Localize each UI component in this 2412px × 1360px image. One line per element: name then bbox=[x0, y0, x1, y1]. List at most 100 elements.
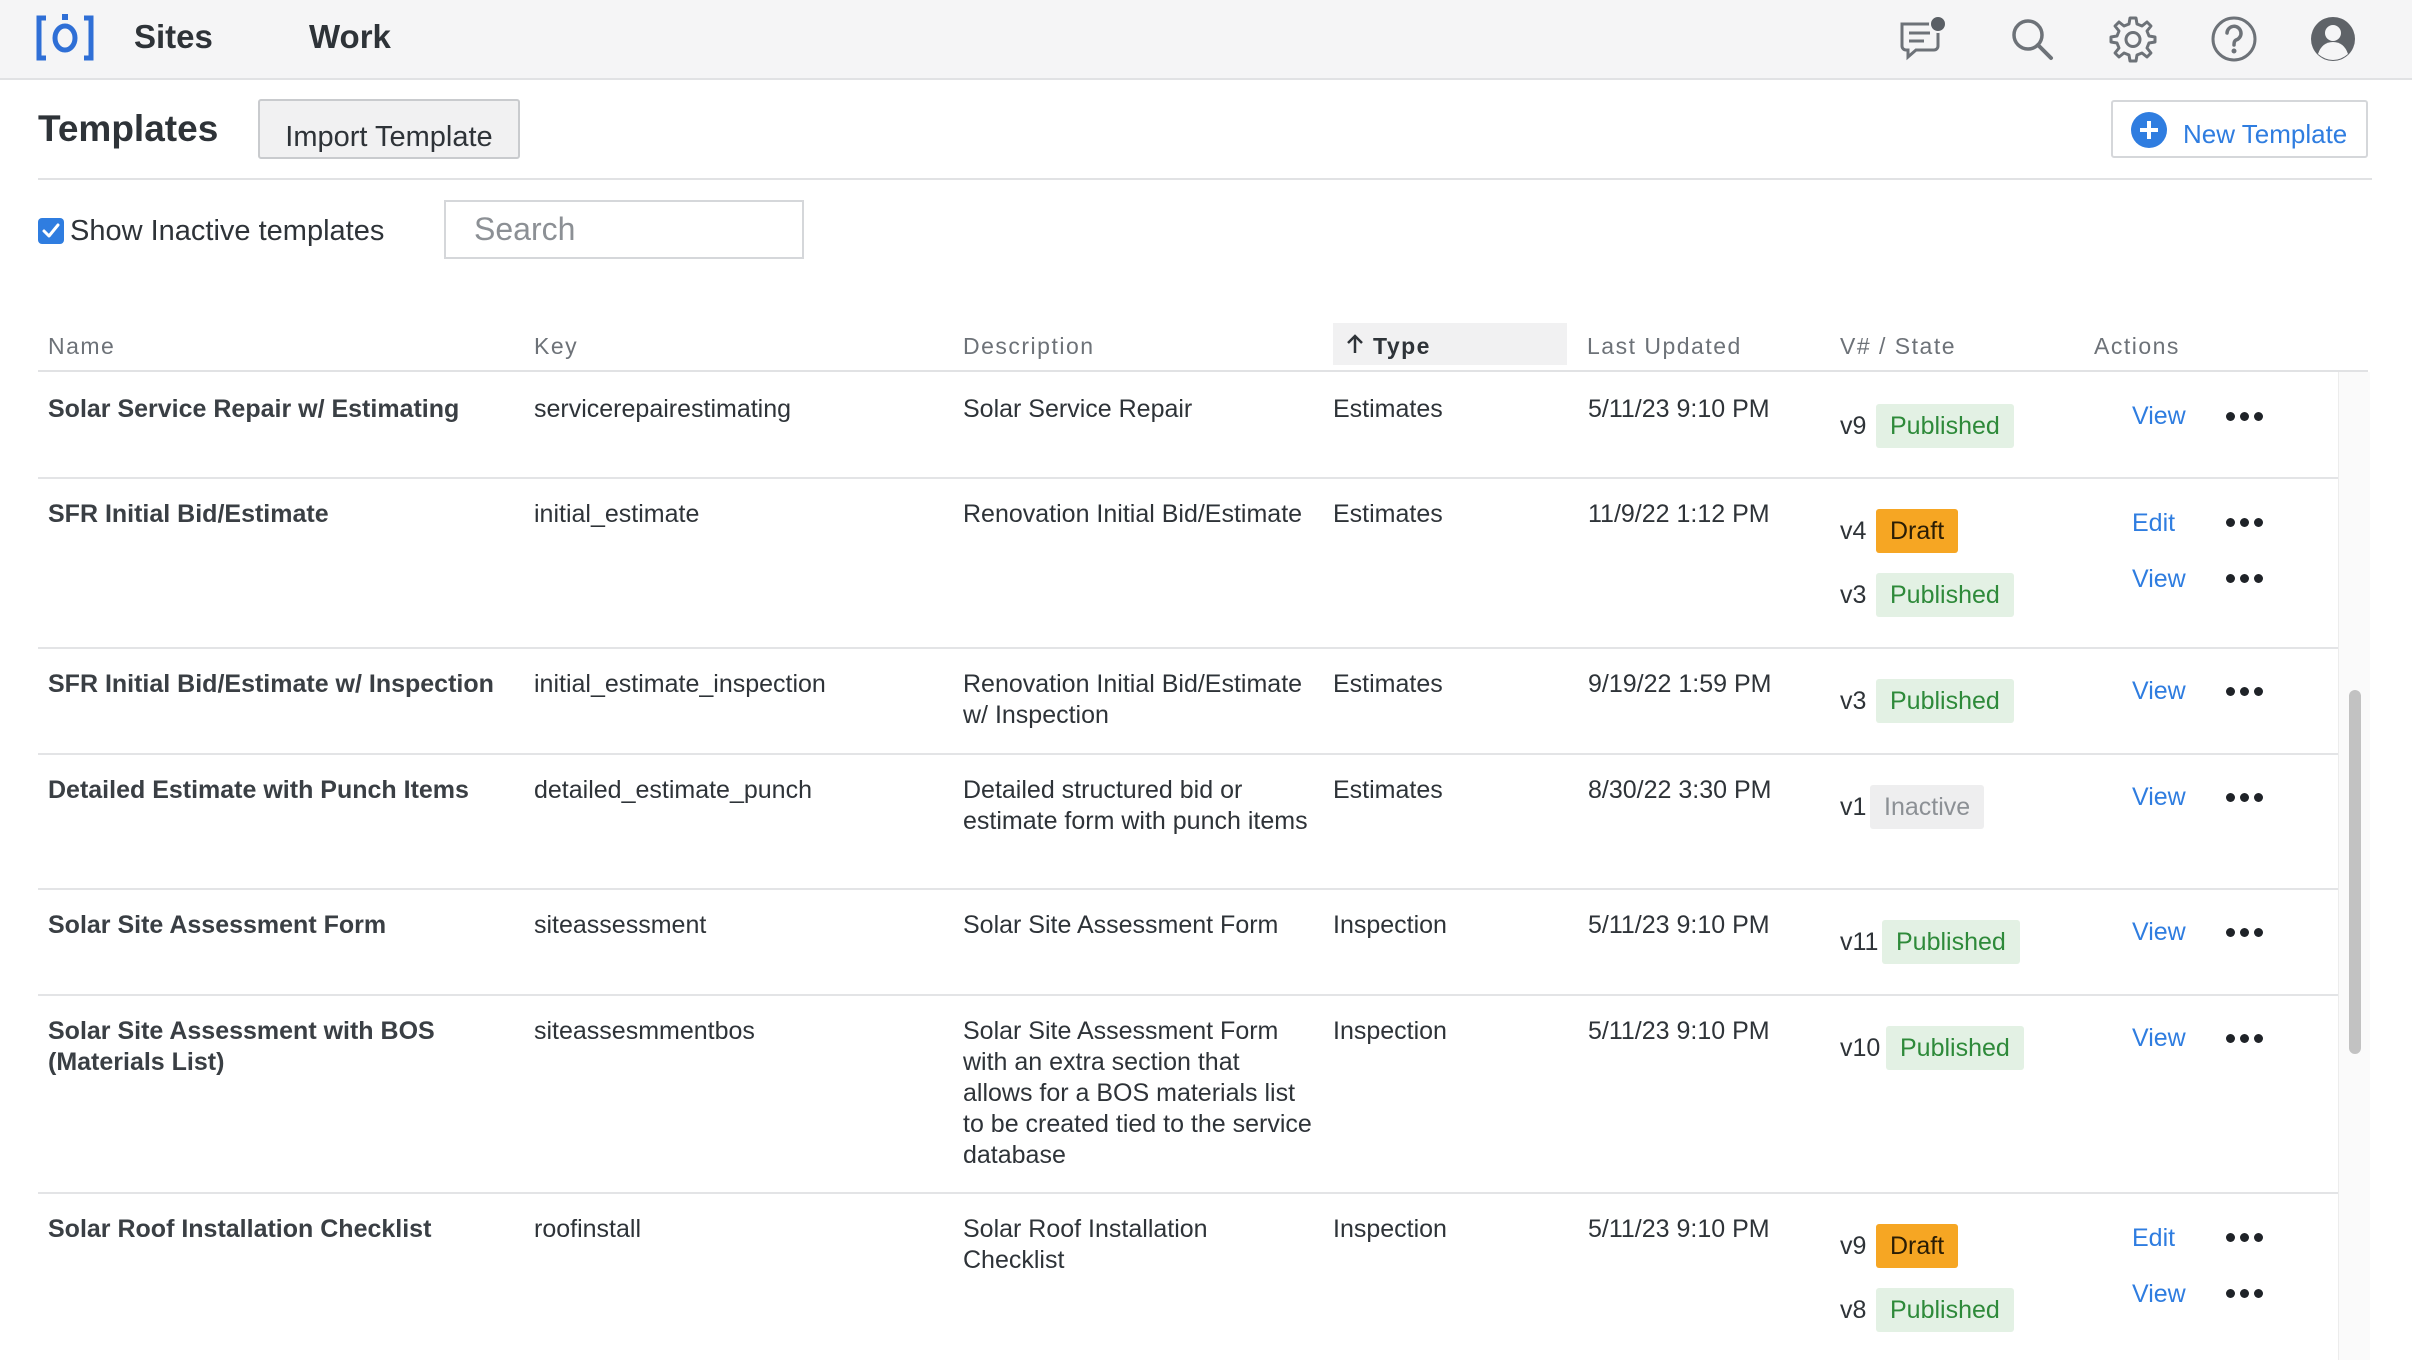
view-link[interactable]: View bbox=[2132, 1280, 2186, 1309]
state-badge-draft: Draft bbox=[1876, 509, 1959, 553]
column-header-type-label: Type bbox=[1373, 333, 1431, 359]
template-key: siteassessment bbox=[534, 911, 707, 939]
table-row: Solar Site Assessment with BOS (Material… bbox=[38, 996, 2338, 1194]
template-name: SFR Initial Bid/Estimate w/ Inspection bbox=[48, 670, 494, 698]
more-actions-icon[interactable] bbox=[2224, 513, 2268, 533]
template-type: Estimates bbox=[1333, 500, 1443, 528]
state-badge-published: Published bbox=[1886, 1026, 2024, 1070]
user-avatar-icon[interactable] bbox=[2308, 14, 2358, 64]
template-last-updated: 5/11/23 9:10 PM bbox=[1588, 395, 1770, 423]
help-icon[interactable] bbox=[2209, 14, 2259, 64]
gear-icon[interactable] bbox=[2108, 14, 2158, 64]
header-divider bbox=[38, 178, 2372, 180]
chat-notification-icon[interactable] bbox=[1896, 14, 1947, 64]
state-badge-published: Published bbox=[1876, 1288, 2014, 1332]
template-type: Estimates bbox=[1333, 670, 1443, 698]
new-template-label: New Template bbox=[2183, 119, 2348, 149]
table-row: Solar Site Assessment Form siteassessmen… bbox=[38, 890, 2338, 996]
more-actions-icon[interactable] bbox=[2224, 1029, 2268, 1049]
template-last-updated: 5/11/23 9:10 PM bbox=[1588, 911, 1770, 939]
new-template-button[interactable]: New Template bbox=[2111, 100, 2368, 158]
top-nav-bar: Sites Work bbox=[0, 0, 2412, 80]
table-row: Detailed Estimate with Punch Items detai… bbox=[38, 755, 2338, 890]
app-logo[interactable] bbox=[36, 14, 94, 62]
template-last-updated: 5/11/23 9:10 PM bbox=[1588, 1017, 1770, 1045]
state-badge-inactive: Inactive bbox=[1870, 785, 1985, 829]
view-link[interactable]: View bbox=[2132, 677, 2186, 706]
more-actions-icon[interactable] bbox=[2224, 569, 2268, 589]
checkmark-icon bbox=[42, 223, 60, 238]
template-description: Solar Site Assessment Form with an extra… bbox=[963, 1017, 1312, 1169]
view-link[interactable]: View bbox=[2132, 565, 2186, 594]
view-link[interactable]: View bbox=[2132, 918, 2186, 947]
version-number: v8 bbox=[1840, 1296, 1867, 1324]
more-actions-icon[interactable] bbox=[2224, 1228, 2268, 1248]
column-header-description[interactable]: Description bbox=[963, 333, 1095, 360]
state-badge-published: Published bbox=[1876, 573, 2014, 617]
plus-circle-icon bbox=[2131, 112, 2167, 148]
template-description: Solar Site Assessment Form bbox=[963, 911, 1279, 939]
sort-ascending-icon bbox=[1347, 334, 1363, 353]
template-description: Detailed structured bid or estimate form… bbox=[963, 776, 1308, 835]
column-header-key[interactable]: Key bbox=[534, 333, 578, 360]
state-badge-published: Published bbox=[1882, 920, 2020, 964]
template-description: Solar Service Repair bbox=[963, 395, 1193, 423]
table-row: Solar Service Repair w/ Estimating servi… bbox=[38, 372, 2338, 479]
version-number: v3 bbox=[1840, 581, 1867, 609]
view-link[interactable]: View bbox=[2132, 1024, 2186, 1053]
template-key: initial_estimate_inspection bbox=[534, 670, 826, 698]
version-number: v10 bbox=[1840, 1034, 1881, 1062]
view-link[interactable]: View bbox=[2132, 402, 2186, 431]
column-header-last-updated[interactable]: Last Updated bbox=[1587, 333, 1742, 360]
template-type: Estimates bbox=[1333, 776, 1443, 804]
more-actions-icon[interactable] bbox=[2224, 682, 2268, 702]
search-icon[interactable] bbox=[2007, 14, 2057, 64]
state-badge-published: Published bbox=[1876, 679, 2014, 723]
template-last-updated: 9/19/22 1:59 PM bbox=[1588, 670, 1772, 698]
column-header-type[interactable]: Type bbox=[1333, 323, 1567, 365]
template-name: Detailed Estimate with Punch Items bbox=[48, 776, 469, 804]
template-type: Inspection bbox=[1333, 911, 1447, 939]
template-type: Inspection bbox=[1333, 1215, 1447, 1243]
template-name: Solar Service Repair w/ Estimating bbox=[48, 395, 460, 423]
show-inactive-checkbox[interactable] bbox=[38, 218, 64, 244]
more-actions-icon[interactable] bbox=[2224, 923, 2268, 943]
template-key: siteassesmmentbos bbox=[534, 1017, 755, 1045]
column-header-version-state[interactable]: V# / State bbox=[1840, 333, 1956, 360]
edit-link[interactable]: Edit bbox=[2132, 1224, 2175, 1253]
template-type: Estimates bbox=[1333, 395, 1443, 423]
version-number: v9 bbox=[1840, 1232, 1867, 1260]
template-name: Solar Roof Installation Checklist bbox=[48, 1215, 432, 1243]
template-last-updated: 5/11/23 9:10 PM bbox=[1588, 1215, 1770, 1243]
version-number: v4 bbox=[1840, 517, 1867, 545]
search-input[interactable] bbox=[444, 200, 804, 259]
template-last-updated: 8/30/22 3:30 PM bbox=[1588, 776, 1772, 804]
version-number: v3 bbox=[1840, 687, 1867, 715]
more-actions-icon[interactable] bbox=[2224, 788, 2268, 808]
more-actions-icon[interactable] bbox=[2224, 1284, 2268, 1304]
template-description: Renovation Initial Bid/Estimate w/ Inspe… bbox=[963, 670, 1303, 729]
import-template-button[interactable]: Import Template bbox=[258, 99, 520, 159]
template-key: initial_estimate bbox=[534, 500, 700, 528]
template-key: roofinstall bbox=[534, 1215, 641, 1243]
more-actions-icon[interactable] bbox=[2224, 407, 2268, 427]
template-last-updated: 11/9/22 1:12 PM bbox=[1588, 500, 1770, 528]
nav-sites-link[interactable]: Sites bbox=[134, 18, 213, 56]
template-name: Solar Site Assessment with BOS (Material… bbox=[48, 1017, 435, 1076]
nav-work-link[interactable]: Work bbox=[309, 18, 391, 56]
page-title: Templates bbox=[38, 108, 219, 149]
column-header-actions: Actions bbox=[2094, 333, 2180, 359]
column-header-name[interactable]: Name bbox=[48, 333, 115, 360]
edit-link[interactable]: Edit bbox=[2132, 509, 2175, 538]
template-key: servicerepairestimating bbox=[534, 395, 792, 423]
view-link[interactable]: View bbox=[2132, 783, 2186, 812]
template-name: Solar Site Assessment Form bbox=[48, 911, 387, 939]
template-description: Solar Roof Installation Checklist bbox=[963, 1215, 1208, 1274]
template-key: detailed_estimate_punch bbox=[534, 776, 812, 804]
table-row: SFR Initial Bid/Estimate w/ Inspection i… bbox=[38, 649, 2338, 755]
table-scrollbar-thumb[interactable] bbox=[2349, 690, 2361, 1054]
table-row: SFR Initial Bid/Estimate initial_estimat… bbox=[38, 479, 2338, 649]
template-description: Renovation Initial Bid/Estimate bbox=[963, 500, 1303, 528]
show-inactive-label[interactable]: Show Inactive templates bbox=[70, 215, 384, 248]
template-type: Inspection bbox=[1333, 1017, 1447, 1045]
